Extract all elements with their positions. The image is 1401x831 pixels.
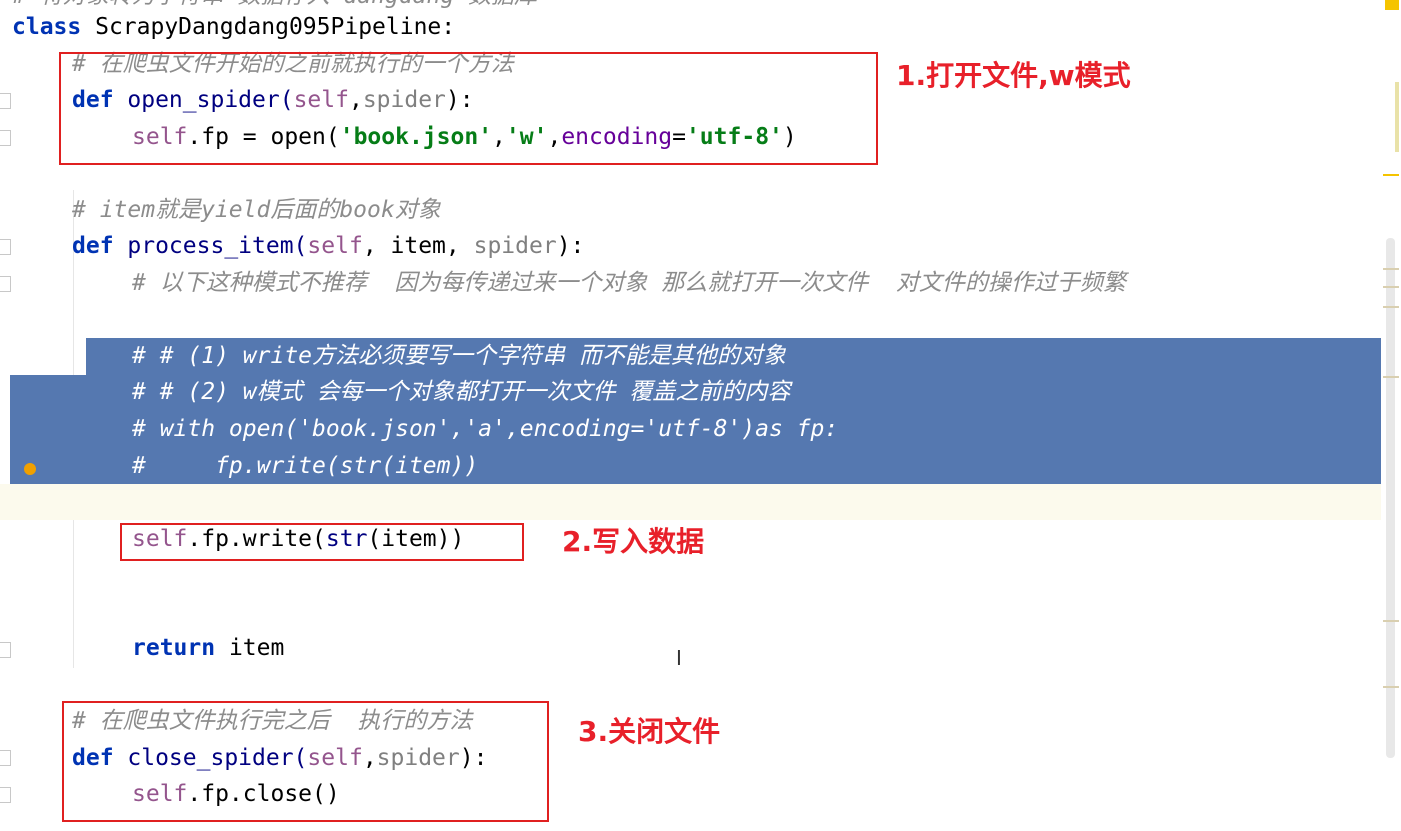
scrollbar[interactable] — [1381, 0, 1401, 831]
annotation-box-open — [59, 52, 878, 165]
info-marker[interactable] — [1383, 376, 1399, 378]
warning-marker[interactable] — [1385, 0, 1399, 10]
selected-line: # fp.write(str(item)) — [132, 453, 479, 479]
info-marker[interactable] — [1383, 686, 1399, 688]
fold-marker-icon[interactable] — [0, 787, 11, 803]
fold-marker-icon[interactable] — [0, 130, 11, 146]
selected-line: # with open('book.json','a',encoding='ut… — [132, 416, 839, 442]
comment-line: # item就是yield后面的book对象 — [72, 197, 441, 223]
func-sig: process_item( — [113, 233, 308, 259]
warning-marker[interactable] — [1395, 82, 1399, 152]
text-cursor-icon: I — [676, 646, 682, 670]
annotation-box-write — [120, 523, 524, 561]
fold-marker-icon[interactable] — [0, 276, 11, 292]
comment-line: # 以下这种模式不推荐 因为每传递过来一个对象 那么就打开一次文件 对文件的操作… — [132, 270, 1126, 296]
annotation-note-3: 3.关闭文件 — [578, 715, 721, 748]
code-text: item — [215, 635, 285, 661]
fold-marker-icon[interactable] — [0, 750, 11, 766]
param-self: self — [307, 233, 363, 259]
current-line-highlight — [0, 484, 1401, 520]
annotation-box-close — [62, 701, 549, 822]
info-marker[interactable] — [1383, 268, 1399, 270]
code-line-return: return item — [132, 630, 284, 666]
param-spider: spider — [473, 233, 557, 259]
info-marker[interactable] — [1383, 306, 1399, 308]
param-item: , item, — [362, 233, 474, 259]
selected-line: # # (1) write方法必须要写一个字符串 而不能是其他的对象 — [132, 343, 786, 369]
annotation-note-1: 1.打开文件,w模式 — [896, 59, 1131, 92]
fold-marker-icon[interactable] — [0, 239, 11, 255]
class-name: ScrapyDangdang095Pipeline: — [81, 14, 456, 40]
code-editor[interactable]: # 将对象转为字符串 数据存入 dangdang 数据库 class Scrap… — [0, 0, 1401, 831]
intention-bulb-icon[interactable] — [24, 463, 36, 475]
info-marker[interactable] — [1383, 620, 1399, 622]
info-marker[interactable] — [1383, 286, 1399, 288]
annotation-note-2: 2.写入数据 — [562, 525, 705, 558]
code-line-class: class ScrapyDangdang095Pipeline: — [12, 9, 455, 45]
code-line-process-item: def process_item(self, item, spider): — [72, 228, 584, 264]
sig-end: ): — [556, 233, 585, 259]
selected-line: # # (2) w模式 会每一个对象都打开一次文件 覆盖之前的内容 — [132, 379, 791, 405]
fold-marker-icon[interactable] — [0, 93, 11, 109]
keyword: class — [12, 14, 82, 40]
scrollbar-thumb[interactable] — [1386, 238, 1395, 758]
warning-marker[interactable] — [1383, 174, 1399, 176]
keyword: return — [132, 635, 216, 661]
keyword: def — [72, 233, 114, 259]
fold-marker-icon[interactable] — [0, 642, 11, 658]
